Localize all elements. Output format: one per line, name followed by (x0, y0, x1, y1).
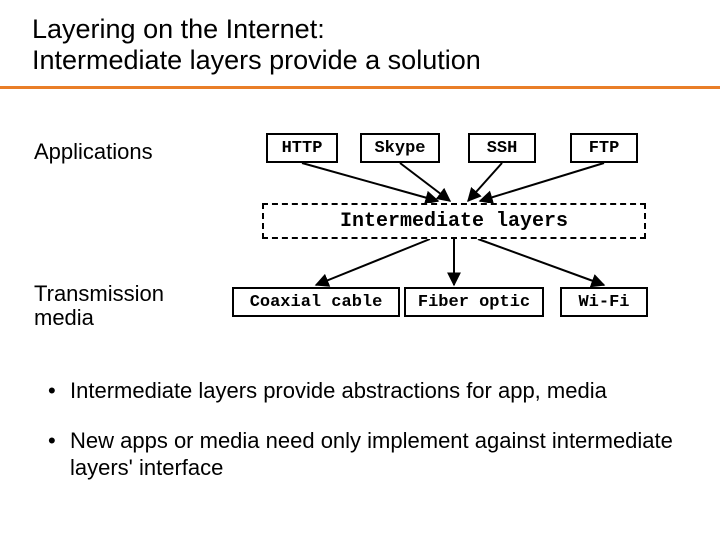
slide-title: Layering on the Internet: Intermediate l… (0, 0, 720, 82)
transmission-label-line2: media (34, 305, 94, 330)
title-line-2: Intermediate layers provide a solution (32, 45, 481, 75)
app-box-ssh: SSH (468, 133, 536, 163)
app-http-text: HTTP (282, 139, 323, 158)
bullet-1: Intermediate layers provide abstractions… (48, 377, 680, 405)
title-line-1: Layering on the Internet: (32, 14, 325, 44)
media-box-wifi: Wi-Fi (560, 287, 648, 317)
transmission-label-line1: Transmission (34, 281, 164, 306)
media-coax-text: Coaxial cable (250, 293, 383, 312)
media-box-coax: Coaxial cable (232, 287, 400, 317)
app-box-http: HTTP (266, 133, 338, 163)
app-skype-text: Skype (374, 139, 425, 158)
diagram-stage: Applications HTTP Skype SSH FTP Intermed… (0, 89, 720, 369)
media-box-fiber: Fiber optic (404, 287, 544, 317)
app-ftp-text: FTP (589, 139, 620, 158)
app-ssh-text: SSH (487, 139, 518, 158)
bullet-2: New apps or media need only implement ag… (48, 427, 680, 482)
app-box-skype: Skype (360, 133, 440, 163)
applications-label: Applications (34, 139, 153, 164)
intermediate-box: Intermediate layers (262, 203, 646, 239)
bullet-list: Intermediate layers provide abstractions… (0, 369, 720, 482)
media-wifi-text: Wi-Fi (578, 293, 629, 312)
intermediate-text: Intermediate layers (340, 210, 568, 233)
media-fiber-text: Fiber optic (418, 293, 530, 312)
app-box-ftp: FTP (570, 133, 638, 163)
